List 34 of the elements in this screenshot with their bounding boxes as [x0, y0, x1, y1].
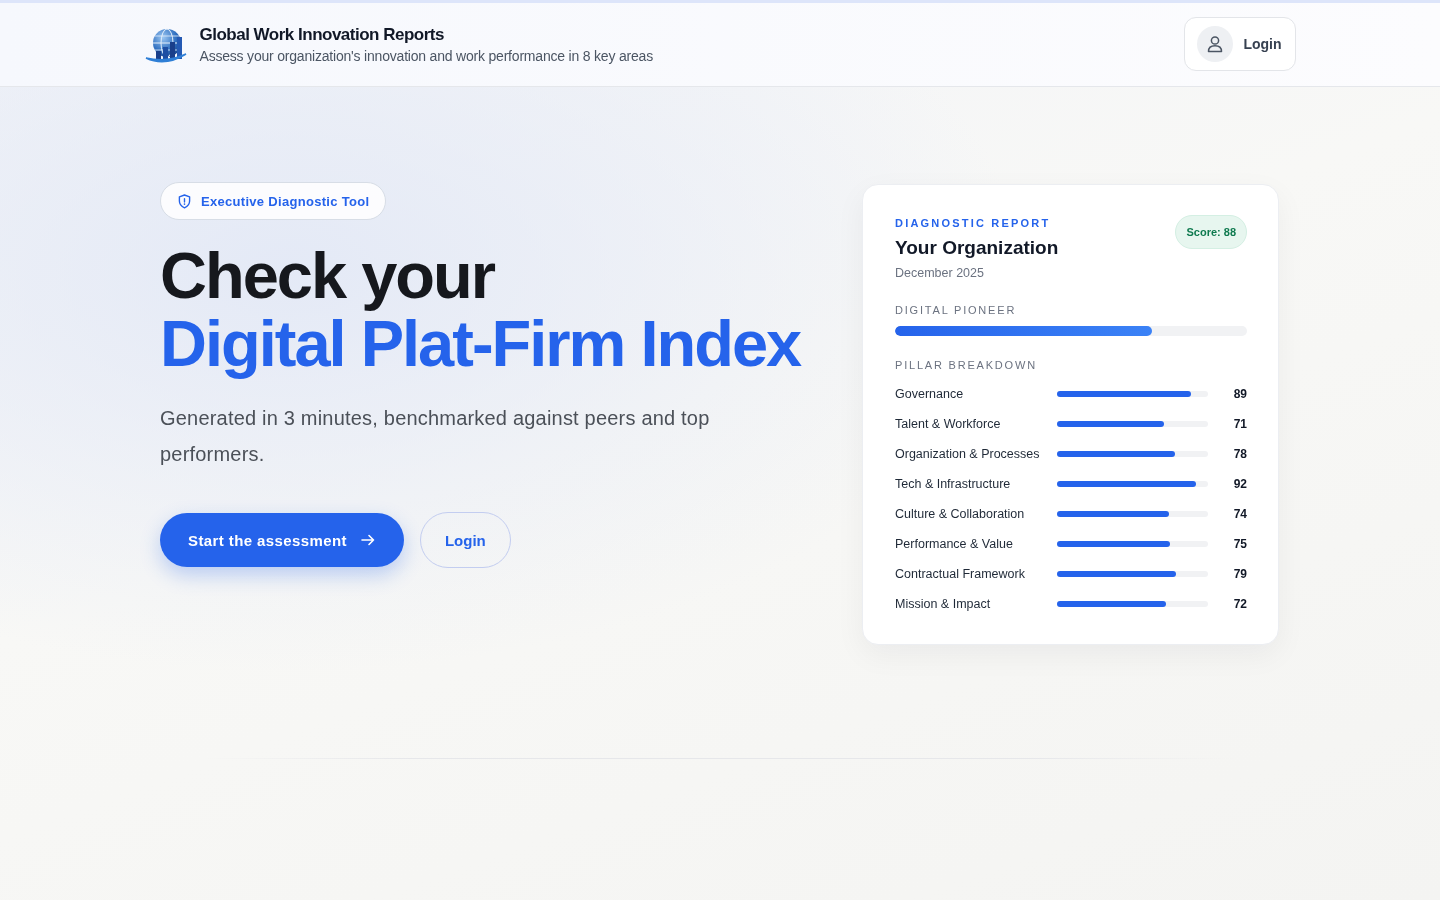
pillar-score: 74: [1233, 506, 1247, 521]
pillar-score: 89: [1233, 386, 1247, 401]
pillar-score: 71: [1233, 416, 1247, 431]
pillar-score: 78: [1233, 446, 1247, 461]
hero-description: Generated in 3 minutes, benchmarked against peers and top performers.: [160, 406, 711, 467]
report-title: Your Organization: [895, 237, 1059, 259]
pillar-score: 92: [1233, 476, 1247, 491]
pillar-score: 75: [1233, 536, 1247, 551]
pillar-name: Mission & Impact: [895, 596, 992, 611]
pillar-score: 72: [1233, 596, 1247, 611]
arrow-right-icon: [360, 534, 375, 546]
hero-heading: Check your: [160, 242, 496, 310]
site-subtitle: Assess your organization's innovation and work performance in 8 key areas: [199, 48, 653, 64]
pillar-name: Tech & Infrastructure: [895, 476, 1012, 491]
pillar-name: Governance: [895, 386, 965, 401]
login-button[interactable]: Login: [1184, 17, 1296, 71]
pillar-name: Talent & Workforce: [895, 416, 1002, 431]
hero-heading-highlight: Digital Plat-Firm Index: [160, 310, 801, 378]
pillar-score: 79: [1233, 566, 1247, 581]
report-eyebrow: DIAGNOSTIC REPORT: [895, 217, 1052, 229]
profile-label: DIGITAL PIONEER: [895, 304, 1018, 316]
shield-alert-icon: [178, 193, 191, 209]
user-icon: [1197, 26, 1234, 62]
globe-chart-icon: [144, 26, 187, 65]
pillar-name: Contractual Framework: [895, 566, 1026, 581]
pillar-name: Performance & Value: [895, 536, 1014, 551]
badge-label: Executive Diagnostic Tool: [201, 193, 370, 209]
report-date: December 2025: [895, 266, 985, 280]
pillar-name: Culture & Collaboration: [895, 506, 1026, 521]
pillar-name: Organization & Processes: [895, 446, 1041, 461]
breakdown-title: PILLAR BREAKDOWN: [895, 359, 1038, 371]
site-title: Global Work Innovation Reports: [199, 25, 445, 45]
score-pill: Score: 88: [1175, 215, 1247, 249]
start-assessment-button[interactable]: Start the assessment: [160, 513, 404, 567]
